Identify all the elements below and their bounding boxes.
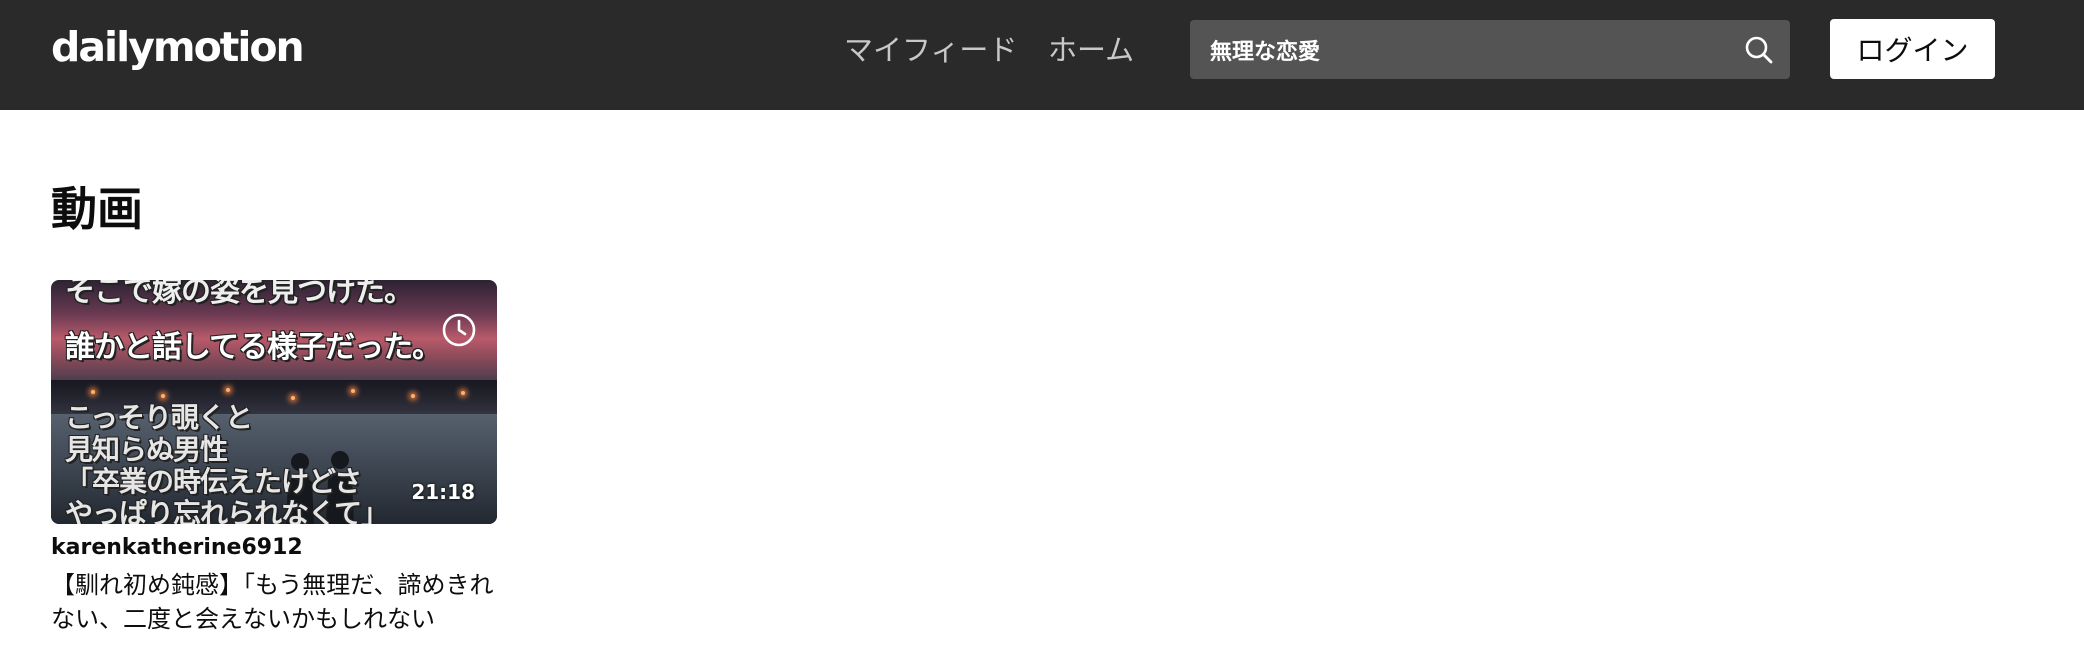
- search-button[interactable]: [1728, 20, 1790, 79]
- search-input[interactable]: [1190, 20, 1728, 79]
- clock-icon[interactable]: [441, 312, 477, 348]
- thumbnail-caption: やっぱり忘れられなくて」: [65, 497, 389, 524]
- login-button[interactable]: ログイン: [1830, 19, 1995, 79]
- thumbnail-light: [411, 394, 415, 398]
- thumbnail-light: [91, 390, 95, 394]
- nav-home[interactable]: ホーム: [1048, 24, 1134, 72]
- thumbnail-light: [351, 389, 355, 393]
- top-bar: dailymotion マイフィード ホーム ログイン: [0, 0, 2084, 110]
- thumbnail-light: [461, 391, 465, 395]
- video-owner-link[interactable]: karenkatherine6912: [51, 535, 303, 560]
- video-title-link[interactable]: 【馴れ初め鈍感】「もう無理だ、諦めきれない、二度と会えないかもしれない: [51, 568, 497, 636]
- video-card[interactable]: そこで嫁の姿を見つけた。 誰かと話してる様子だった。 こっそり覗くと 見知らぬ男…: [51, 280, 497, 633]
- search-bar: [1190, 20, 1790, 79]
- video-thumbnail[interactable]: そこで嫁の姿を見つけた。 誰かと話してる様子だった。 こっそり覗くと 見知らぬ男…: [51, 280, 497, 524]
- thumbnail-light: [291, 396, 295, 400]
- thumbnail-light: [226, 388, 230, 392]
- thumbnail-caption: 誰かと話してる様子だった。: [65, 330, 442, 365]
- thumbnail-caption: そこで嫁の姿を見つけた。: [65, 280, 414, 309]
- search-icon: [1745, 36, 1773, 63]
- video-duration: 21:18: [411, 480, 475, 504]
- nav-my-feed[interactable]: マイフィード: [844, 24, 1017, 72]
- dailymotion-logo[interactable]: dailymotion: [51, 22, 305, 72]
- section-title: 動画: [51, 182, 143, 236]
